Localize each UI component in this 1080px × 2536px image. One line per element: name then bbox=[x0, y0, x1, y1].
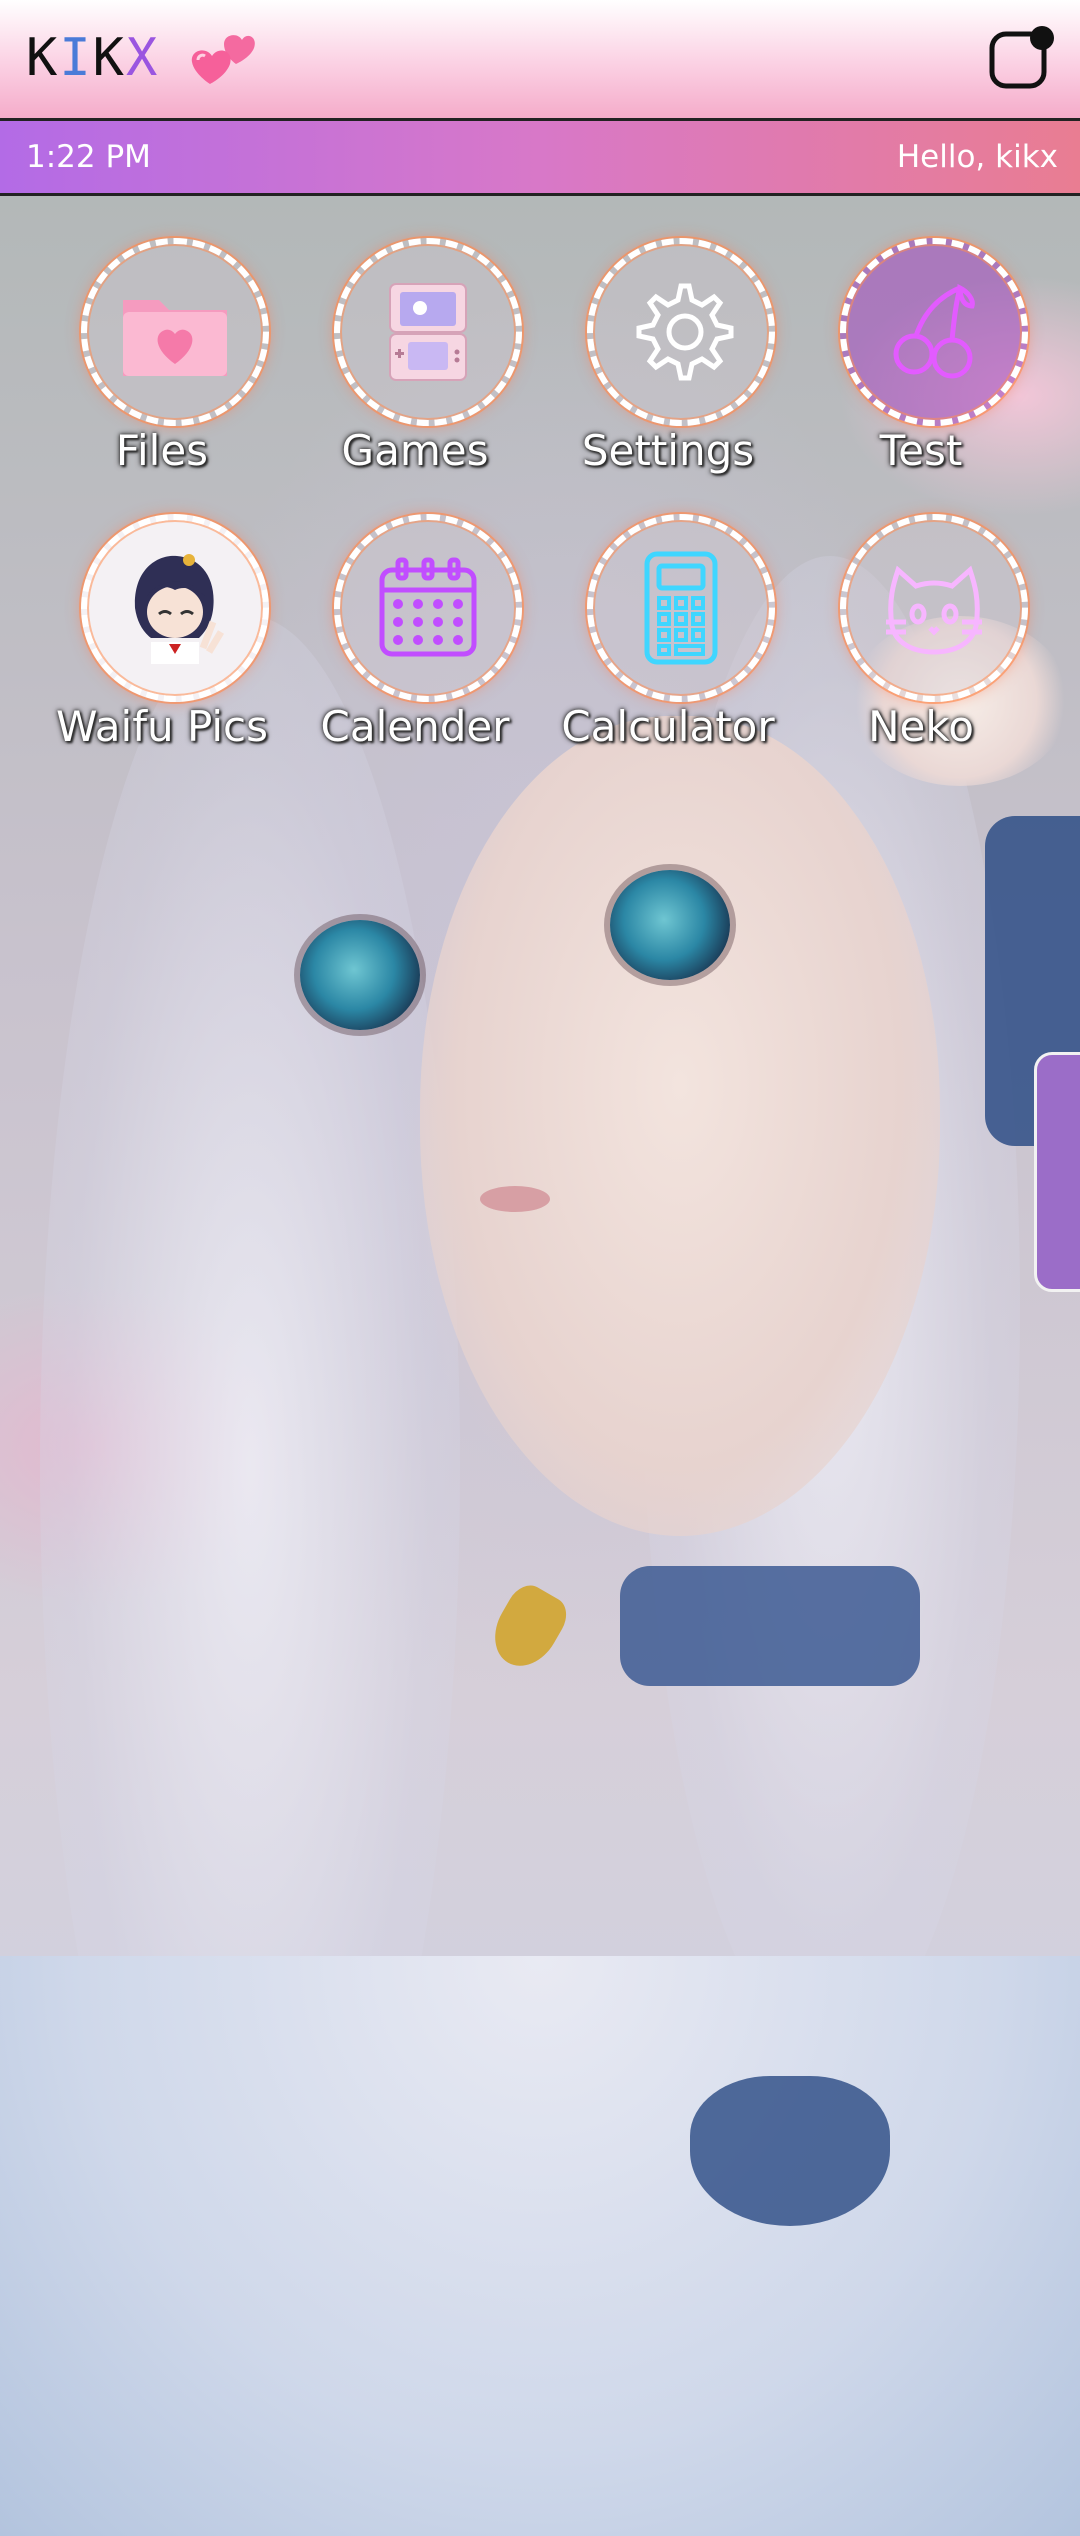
brand-letter: K bbox=[92, 28, 126, 88]
wallpaper-bow bbox=[690, 2076, 890, 2226]
neon-cat-icon bbox=[886, 565, 982, 655]
app-label: Calculator bbox=[561, 702, 775, 751]
side-drawer-handle[interactable] bbox=[1034, 1052, 1080, 1292]
app-calender[interactable]: Calender bbox=[295, 514, 535, 764]
app-ring bbox=[81, 514, 269, 702]
neon-cherry-icon bbox=[893, 283, 975, 379]
wallpaper-eye-left bbox=[300, 920, 420, 1030]
user-greeting: Hello, kikx bbox=[896, 139, 1058, 175]
app-ring bbox=[840, 238, 1028, 426]
app-label: Waifu Pics bbox=[55, 702, 269, 751]
wallpaper-face bbox=[420, 716, 940, 1536]
app-games[interactable]: Games bbox=[295, 238, 535, 488]
handheld-console-icon bbox=[389, 283, 467, 381]
app-ring bbox=[334, 514, 522, 702]
app-ring bbox=[587, 514, 775, 702]
notification-square-icon[interactable] bbox=[986, 24, 1056, 94]
app-ring bbox=[587, 238, 775, 426]
anime-girl-avatar-icon bbox=[134, 554, 225, 664]
app-calculator[interactable]: Calculator bbox=[548, 514, 788, 764]
top-bar: KIKX bbox=[0, 0, 1080, 121]
pink-folder-heart-icon bbox=[123, 300, 227, 376]
neon-calculator-icon bbox=[644, 551, 718, 665]
brand-letter: X bbox=[125, 28, 160, 88]
app-ring bbox=[334, 238, 522, 426]
app-label: Games bbox=[341, 426, 489, 475]
app-label: Calender bbox=[320, 702, 510, 751]
neon-calendar-icon bbox=[379, 557, 477, 657]
wallpaper-dress bbox=[0, 1956, 1080, 2536]
brand-letter: K bbox=[26, 28, 60, 88]
brand-letter: I bbox=[59, 28, 93, 88]
clock-time: 1:22 PM bbox=[26, 139, 151, 175]
gear-icon bbox=[636, 283, 734, 381]
app-label: Files bbox=[115, 426, 209, 475]
app-test[interactable]: Test bbox=[801, 238, 1041, 488]
app-settings[interactable]: Settings bbox=[548, 238, 788, 488]
app-neko[interactable]: Neko bbox=[801, 514, 1041, 764]
app-label: Neko bbox=[868, 702, 974, 751]
app-label: Settings bbox=[581, 426, 755, 475]
status-bar: 1:22 PM Hello, kikx bbox=[0, 121, 1080, 196]
brand-logo: KIKX bbox=[26, 28, 159, 88]
app-ring bbox=[81, 238, 269, 426]
app-label: Test bbox=[879, 426, 963, 475]
app-files[interactable]: Files bbox=[42, 238, 282, 488]
wallpaper-mouth bbox=[480, 1186, 550, 1212]
two-hearts-icon bbox=[191, 35, 255, 84]
wallpaper-choker bbox=[620, 1566, 920, 1686]
wallpaper-eye-right bbox=[610, 870, 730, 980]
app-waifu-pics[interactable]: Waifu Pics bbox=[42, 514, 282, 764]
app-ring bbox=[840, 514, 1028, 702]
